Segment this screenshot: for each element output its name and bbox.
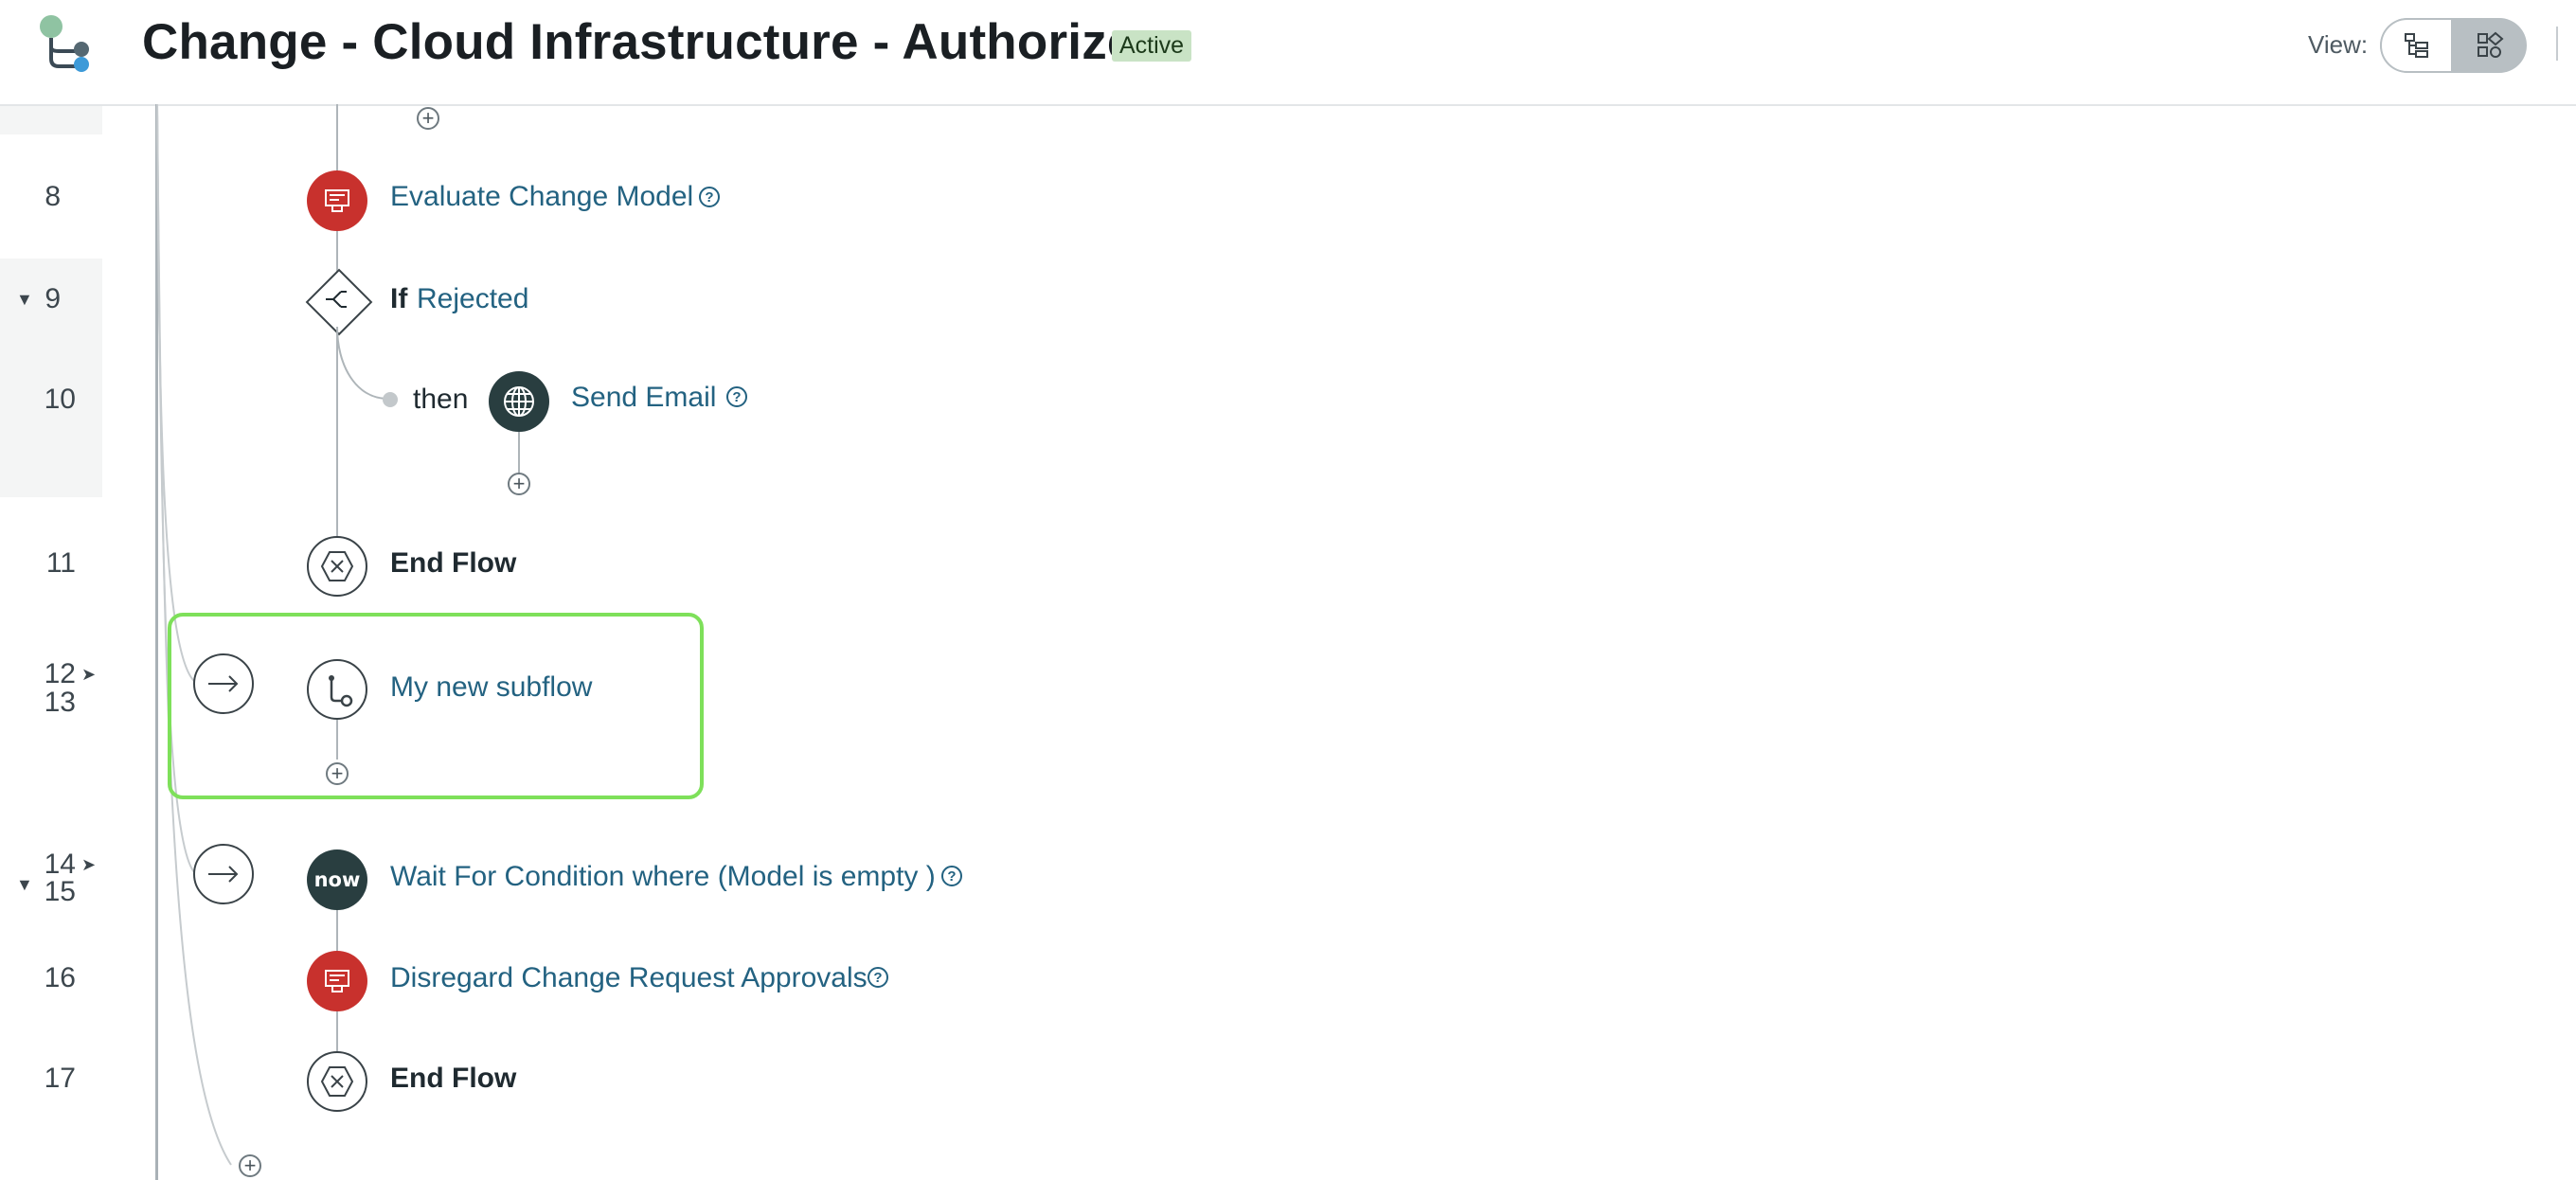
- end-flow-icon: [307, 1051, 367, 1112]
- tree-view-button[interactable]: [2380, 18, 2453, 73]
- step-label: End Flow: [390, 547, 517, 579]
- step-label[interactable]: Send Email: [571, 382, 716, 414]
- add-step-button[interactable]: +: [239, 1154, 261, 1177]
- jump-arrow-icon: ➤: [81, 665, 97, 684]
- line-number: 10: [44, 384, 76, 415]
- condition-value[interactable]: Rejected: [417, 283, 528, 315]
- line-number: 15: [44, 876, 76, 907]
- action-icon: [307, 951, 367, 1011]
- view-label: View:: [2308, 30, 2369, 59]
- add-step-button[interactable]: +: [508, 473, 530, 495]
- header-divider: [2556, 27, 2558, 61]
- then-branch-line: [336, 327, 389, 400]
- add-step-button[interactable]: +: [417, 107, 439, 130]
- branch-icon: [326, 291, 347, 308]
- flow-connector: [518, 432, 520, 475]
- branch-dot: [383, 392, 398, 407]
- step-label[interactable]: Disregard Change Request Approvals: [390, 962, 868, 994]
- line-number: 8: [45, 181, 61, 212]
- if-keyword: If: [390, 283, 408, 314]
- line-number: 12: [44, 658, 76, 689]
- go-to-arrow-icon[interactable]: [193, 844, 254, 904]
- line-number: 11: [45, 547, 76, 579]
- line-number: 17: [44, 1063, 76, 1094]
- help-icon[interactable]: ?: [726, 386, 747, 407]
- diagram-view-icon: [2477, 31, 2504, 58]
- help-icon[interactable]: ?: [941, 866, 962, 886]
- step-label[interactable]: My new subflow: [390, 671, 592, 704]
- help-icon[interactable]: ?: [699, 187, 720, 207]
- help-icon[interactable]: ?: [868, 967, 888, 988]
- end-flow-icon: [307, 536, 367, 597]
- step-label: End Flow: [390, 1063, 517, 1094]
- diagram-view-button[interactable]: [2453, 18, 2526, 73]
- page-title: Change - Cloud Infrastructure - Authoriz…: [142, 14, 1136, 70]
- selection-highlight: [168, 613, 704, 799]
- jump-arrow-icon: ➤: [81, 855, 97, 874]
- subflow-icon: [307, 659, 367, 720]
- line-number: 16: [44, 962, 76, 993]
- line-number: 9: [45, 283, 61, 314]
- then-keyword: then: [413, 384, 469, 415]
- flow-designer-logo-icon: [34, 13, 100, 76]
- app-header: Change - Cloud Infrastructure - Authoriz…: [0, 0, 2576, 106]
- status-badge: Active: [1112, 30, 1192, 62]
- tree-view-icon: [2404, 33, 2428, 58]
- step-label[interactable]: Evaluate Change Model: [390, 181, 693, 213]
- step-label[interactable]: Wait For Condition where (Model is empty…: [390, 861, 936, 893]
- add-step-button[interactable]: +: [326, 762, 349, 785]
- go-to-arrow-icon[interactable]: [193, 653, 254, 714]
- now-icon: now: [307, 849, 367, 910]
- view-toggle[interactable]: [2380, 18, 2527, 73]
- globe-icon: [489, 371, 549, 432]
- gutter-shade: [0, 106, 102, 134]
- line-number: 13: [44, 687, 76, 718]
- now-logo-text: now: [313, 868, 361, 891]
- action-icon: [307, 170, 367, 231]
